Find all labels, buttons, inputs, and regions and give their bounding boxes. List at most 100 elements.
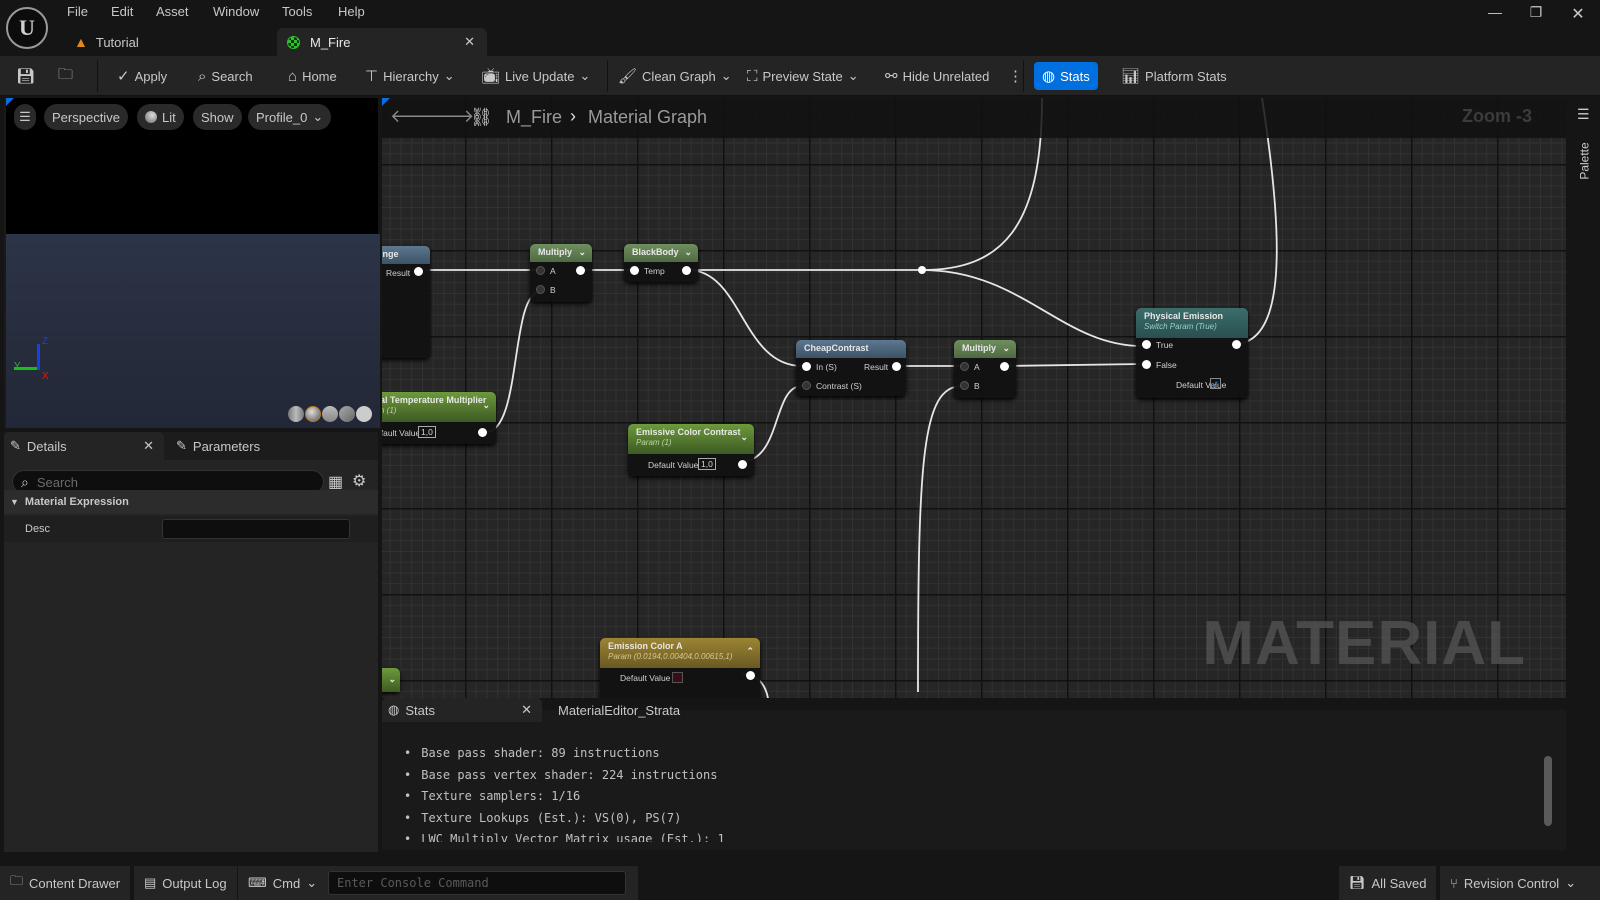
chevron-up-icon[interactable]: ⌃ [746,646,754,657]
menu-help[interactable]: Help [338,4,365,22]
all-saved-button[interactable]: 💾︎ All Saved [1339,866,1437,900]
lit-button[interactable]: Lit [137,104,184,130]
tab-materialeditor-strata[interactable]: MaterialEditor_Strata [558,698,680,722]
plane-icon[interactable] [322,406,338,422]
save-button[interactable]: 💾︎ [16,56,35,96]
node-partial[interactable]: ⌄ [382,668,400,692]
default-value-field[interactable]: 1,0 [418,426,436,438]
palette-sidebar[interactable]: ☰ Palette [1568,98,1600,850]
minimize-icon[interactable]: — [1480,4,1510,20]
default-value-checkbox[interactable]: ✓ [1210,378,1221,389]
show-button[interactable]: Show [193,104,242,130]
cylinder-icon[interactable] [288,406,304,422]
home-button[interactable]: ⌂ Home [288,56,337,96]
chevron-down-icon[interactable]: ⌄ [1002,343,1010,354]
browse-button[interactable]: 🗀︎ [58,56,73,96]
console-command-input[interactable]: Enter Console Command [328,871,626,895]
preview-viewport[interactable]: ☰ Perspective Lit Show Profile_0 ⌄ Y Z X [4,98,380,428]
perspective-button[interactable]: Perspective [44,104,128,130]
preview-state-button[interactable]: ⛶ Preview State ⌄ [747,56,859,96]
cmd-dropdown[interactable]: Cmd [273,876,300,891]
profile-dropdown[interactable]: Profile_0 ⌄ [248,104,332,130]
apply-button[interactable]: ✓ Apply [117,56,167,96]
clean-graph-button[interactable]: 🖌︎ Clean Graph ⌄ [618,56,732,96]
input-pin-true[interactable] [1142,340,1151,349]
menu-tools[interactable]: Tools [282,4,312,22]
input-pin-temp[interactable] [630,266,639,275]
node-multiply-2[interactable]: Multiply ⌄ A B [954,340,1016,398]
tab-m-fire[interactable]: M_Fire ✕ [277,28,487,56]
close-details-icon[interactable]: ✕ [143,438,154,454]
content-drawer-button[interactable]: 🗀︎ Content Drawer [0,866,131,900]
palette-tab[interactable]: Palette [1578,142,1592,179]
hide-unrelated-button[interactable]: ⚯ Hide Unrelated [885,56,989,96]
table-view-icon[interactable]: ▦ [328,472,343,492]
menu-file[interactable]: File [67,4,88,22]
input-pin-a[interactable] [960,362,969,371]
hierarchy-button[interactable]: ⊤ Hierarchy ⌄ [365,56,455,96]
chevron-down-icon[interactable]: ⌄ [684,247,692,258]
revision-control-button[interactable]: ⑂ Revision Control ⌄ [1440,866,1600,900]
node-emissive-color-contrast[interactable]: Emissive Color Contrast Param (1) ⌄ Defaul… [628,424,754,476]
viewport-menu-button[interactable]: ☰ [14,104,36,130]
stats-button[interactable]: ◍ Stats [1034,62,1098,90]
node-physical-emission[interactable]: Physical Emission Switch Param (True) Tru… [1136,308,1248,398]
node-cheap-contrast[interactable]: CheapContrast In (S) Result Contrast (S) [796,340,906,396]
desc-input[interactable] [162,519,350,539]
more-options-button[interactable]: ⋮ [1008,56,1023,96]
chevron-down-icon[interactable]: ⌄ [578,247,586,258]
search-button[interactable]: ⌕ Search [198,56,253,96]
node-blackbody[interactable]: BlackBody ⌄ Temp [624,244,698,282]
output-pin[interactable] [682,266,691,275]
platform-stats-button[interactable]: 📊︎ Platform Stats [1121,56,1227,96]
live-update-button[interactable]: 📺︎ Live Update ⌄ [481,56,590,96]
output-pin[interactable] [576,266,585,275]
sphere-icon[interactable] [305,406,321,422]
input-pin-a[interactable] [536,266,545,275]
node-range[interactable]: inge Result l l) S) [382,246,430,358]
category-material-expression[interactable]: ▼ Material Expression [4,490,378,514]
material-graph-canvas[interactable]: 🡐 🡒 ⛓ M_Fire › Material Graph Zoom -3 in… [382,98,1566,698]
node-multiply-1[interactable]: Multiply ⌄ A B [530,244,592,302]
input-pin-b[interactable] [960,381,969,390]
input-pin-contrast[interactable] [802,381,811,390]
output-pin[interactable] [414,267,423,276]
close-tab-icon[interactable]: ✕ [464,34,475,50]
output-pin[interactable] [738,460,747,469]
output-pin[interactable] [1000,362,1009,371]
output-pin[interactable] [1232,340,1241,349]
forward-arrow-icon[interactable]: 🡒 [426,106,474,127]
custom-mesh-icon[interactable] [356,406,372,422]
input-pin-b[interactable] [536,285,545,294]
breadcrumb-material-graph[interactable]: Material Graph [588,107,707,128]
menu-asset[interactable]: Asset [156,4,189,22]
chevron-down-icon[interactable]: ⌄ [482,400,490,411]
node-temperature-multiplier[interactable]: al Temperature Multipliern (1) ⌄ efault V… [382,392,496,444]
chevron-down-icon[interactable]: ⌄ [388,674,396,685]
unreal-logo[interactable]: U [6,7,48,49]
default-value-field[interactable]: 1,0 [698,458,716,470]
tab-parameters[interactable]: ✎ Parameters [170,432,260,460]
settings-gear-icon[interactable]: ⚙ [352,471,366,491]
cube-icon[interactable] [339,406,355,422]
input-pin-false[interactable] [1142,360,1151,369]
input-pin-in[interactable] [802,362,811,371]
tab-details[interactable]: ✎ Details ✕ [4,432,164,460]
close-window-icon[interactable]: ✕ [1563,4,1593,23]
output-pin[interactable] [746,671,755,680]
tab-stats[interactable]: ◍ Stats ✕ [382,698,542,722]
tab-tutorial[interactable]: ▲ Tutorial [66,28,266,56]
menu-window[interactable]: Window [213,4,259,22]
close-stats-icon[interactable]: ✕ [521,702,532,718]
chevron-down-icon[interactable]: ⌄ [740,432,748,443]
stats-scrollbar[interactable] [1544,756,1552,826]
node-emission-color-a[interactable]: Emission Color A Param (0.0194,0.00404,0.… [600,638,760,698]
output-log-button[interactable]: ▤ Output Log [134,866,237,900]
reroute-node[interactable] [918,266,926,274]
output-pin[interactable] [478,428,487,437]
restore-icon[interactable]: ❐ [1521,4,1551,20]
menu-edit[interactable]: Edit [111,4,133,22]
output-pin[interactable] [892,362,901,371]
breadcrumb-m-fire[interactable]: M_Fire [506,107,562,128]
default-color-swatch[interactable] [672,672,683,683]
